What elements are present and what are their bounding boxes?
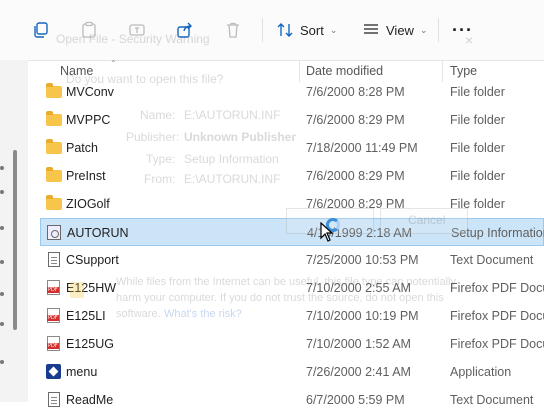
file-name: CSupport — [66, 253, 119, 267]
file-row[interactable]: ReadMe 6/7/2000 5:59 PM Text Document — [40, 386, 544, 414]
file-name: ZIOGolf — [66, 197, 110, 211]
file-name: E125UG — [66, 337, 114, 351]
expand-chevron-icon[interactable] — [0, 190, 4, 194]
view-list-icon — [364, 24, 378, 34]
more-options-button[interactable]: ··· — [452, 16, 473, 44]
trash-icon — [227, 22, 239, 38]
file-name: ReadMe — [66, 393, 114, 407]
file-type: Application — [450, 365, 512, 379]
file-date: 7/6/2000 8:29 PM — [306, 197, 405, 211]
file-row[interactable]: ZIOGolf 7/6/2000 8:29 PM File folder — [40, 190, 544, 218]
file-name: E125LI — [66, 309, 106, 323]
file-type: File folder — [450, 113, 505, 127]
folder-icon — [46, 167, 62, 182]
nav-scrollbar-thumb[interactable] — [13, 150, 17, 330]
column-date-modified[interactable]: Date modified — [306, 64, 383, 78]
column-name[interactable]: Name — [60, 64, 93, 78]
expand-chevron-icon[interactable] — [0, 360, 4, 364]
file-row[interactable]: E125HW 7/10/2000 2:55 AM Firefox PDF Docu.… — [40, 274, 544, 302]
file-type: File folder — [450, 141, 505, 155]
text-document-icon — [48, 392, 60, 407]
toolbar-divider — [262, 18, 263, 42]
view-button[interactable]: View ⌄ — [362, 16, 428, 44]
toolbar-divider — [438, 18, 439, 42]
file-name: MVPPC — [66, 113, 111, 127]
file-date: 7/10/2000 1:52 AM — [306, 337, 411, 351]
rename-icon — [129, 24, 145, 36]
column-type[interactable]: Type — [450, 64, 477, 78]
file-row-selected[interactable]: AUTORUN 4/10/1999 2:18 AM Setup Informatio… — [40, 218, 544, 246]
chevron-down-icon: ⌄ — [419, 24, 428, 35]
file-date: 7/6/2000 8:28 PM — [306, 85, 405, 99]
pdf-icon — [47, 308, 60, 323]
file-type: Firefox PDF Docu... — [450, 281, 544, 295]
folder-icon — [46, 195, 62, 210]
file-date: 7/10/2000 10:19 PM — [306, 309, 419, 323]
text-document-icon — [48, 252, 60, 267]
expand-chevron-icon[interactable] — [0, 226, 4, 230]
sort-icon — [277, 23, 293, 37]
file-date: 7/10/2000 2:55 AM — [306, 281, 411, 295]
copy-button[interactable] — [32, 16, 50, 44]
file-type: Firefox PDF Docu... — [450, 337, 544, 351]
view-label: View — [386, 22, 414, 38]
sort-ascending-icon: ⌃ — [110, 59, 117, 68]
paste-icon — [82, 21, 96, 38]
file-date: 7/6/2000 8:29 PM — [306, 113, 405, 127]
setup-info-icon — [47, 225, 61, 240]
file-name: MVConv — [66, 85, 114, 99]
expand-chevron-icon[interactable] — [0, 260, 4, 264]
expand-chevron-icon[interactable] — [0, 322, 4, 326]
pdf-icon — [47, 280, 60, 295]
expand-chevron-icon[interactable] — [0, 166, 4, 170]
file-type: File folder — [450, 197, 505, 211]
pdf-icon — [47, 336, 60, 351]
file-row[interactable]: CSupport 7/25/2000 10:53 PM Text Document — [40, 246, 544, 274]
copy-icon — [34, 22, 48, 38]
share-button[interactable] — [176, 16, 194, 44]
paste-button[interactable] — [80, 16, 98, 44]
folder-icon — [46, 83, 62, 98]
rename-button[interactable] — [128, 16, 146, 44]
chevron-down-icon: ⌄ — [329, 24, 338, 35]
expand-chevron-icon[interactable] — [0, 292, 4, 296]
file-name: E125HW — [66, 281, 117, 295]
file-type: File folder — [450, 169, 505, 183]
file-row[interactable]: E125LI 7/10/2000 10:19 PM Firefox PDF Docu… — [40, 302, 544, 330]
file-date: 7/25/2000 10:53 PM — [306, 253, 419, 267]
sort-button[interactable]: Sort ⌄ — [276, 16, 337, 44]
mouse-pointer-icon — [320, 222, 334, 242]
file-date: 7/18/2000 11:49 PM — [306, 141, 418, 155]
file-row[interactable]: MVPPC 7/6/2000 8:29 PM File folder — [40, 106, 544, 134]
file-type: Text Document — [450, 253, 534, 267]
file-type: Firefox PDF Docu... — [450, 309, 544, 323]
file-row[interactable]: Patch 7/18/2000 11:49 PM File folder — [40, 134, 544, 162]
file-date: 7/26/2000 2:41 AM — [306, 365, 411, 379]
application-icon — [46, 364, 61, 379]
file-row[interactable]: MVConv 7/6/2000 8:28 PM File folder — [40, 78, 544, 106]
folder-icon — [46, 139, 62, 154]
file-row[interactable]: PreInst 7/6/2000 8:29 PM File folder — [40, 162, 544, 190]
file-name: Patch — [66, 141, 98, 155]
file-name: menu — [66, 365, 98, 379]
file-name: PreInst — [66, 169, 106, 183]
file-name: AUTORUN — [67, 226, 129, 240]
file-type: Text Document — [450, 393, 534, 407]
file-row[interactable]: E125UG 7/10/2000 1:52 AM Firefox PDF Docu.… — [40, 330, 544, 358]
folder-icon — [46, 111, 62, 126]
sort-label: Sort — [300, 22, 324, 38]
file-type: Setup Information — [451, 226, 544, 240]
delete-button[interactable] — [224, 16, 242, 44]
navigation-pane[interactable] — [0, 60, 28, 402]
file-date: 7/6/2000 8:29 PM — [306, 169, 405, 183]
file-row[interactable]: menu 7/26/2000 2:41 AM Application — [40, 358, 544, 386]
file-type: File folder — [450, 85, 505, 99]
file-date: 6/7/2000 5:59 PM — [306, 393, 405, 407]
command-bar: Sort ⌄ View ⌄ ··· — [0, 0, 544, 61]
share-icon — [177, 22, 192, 38]
